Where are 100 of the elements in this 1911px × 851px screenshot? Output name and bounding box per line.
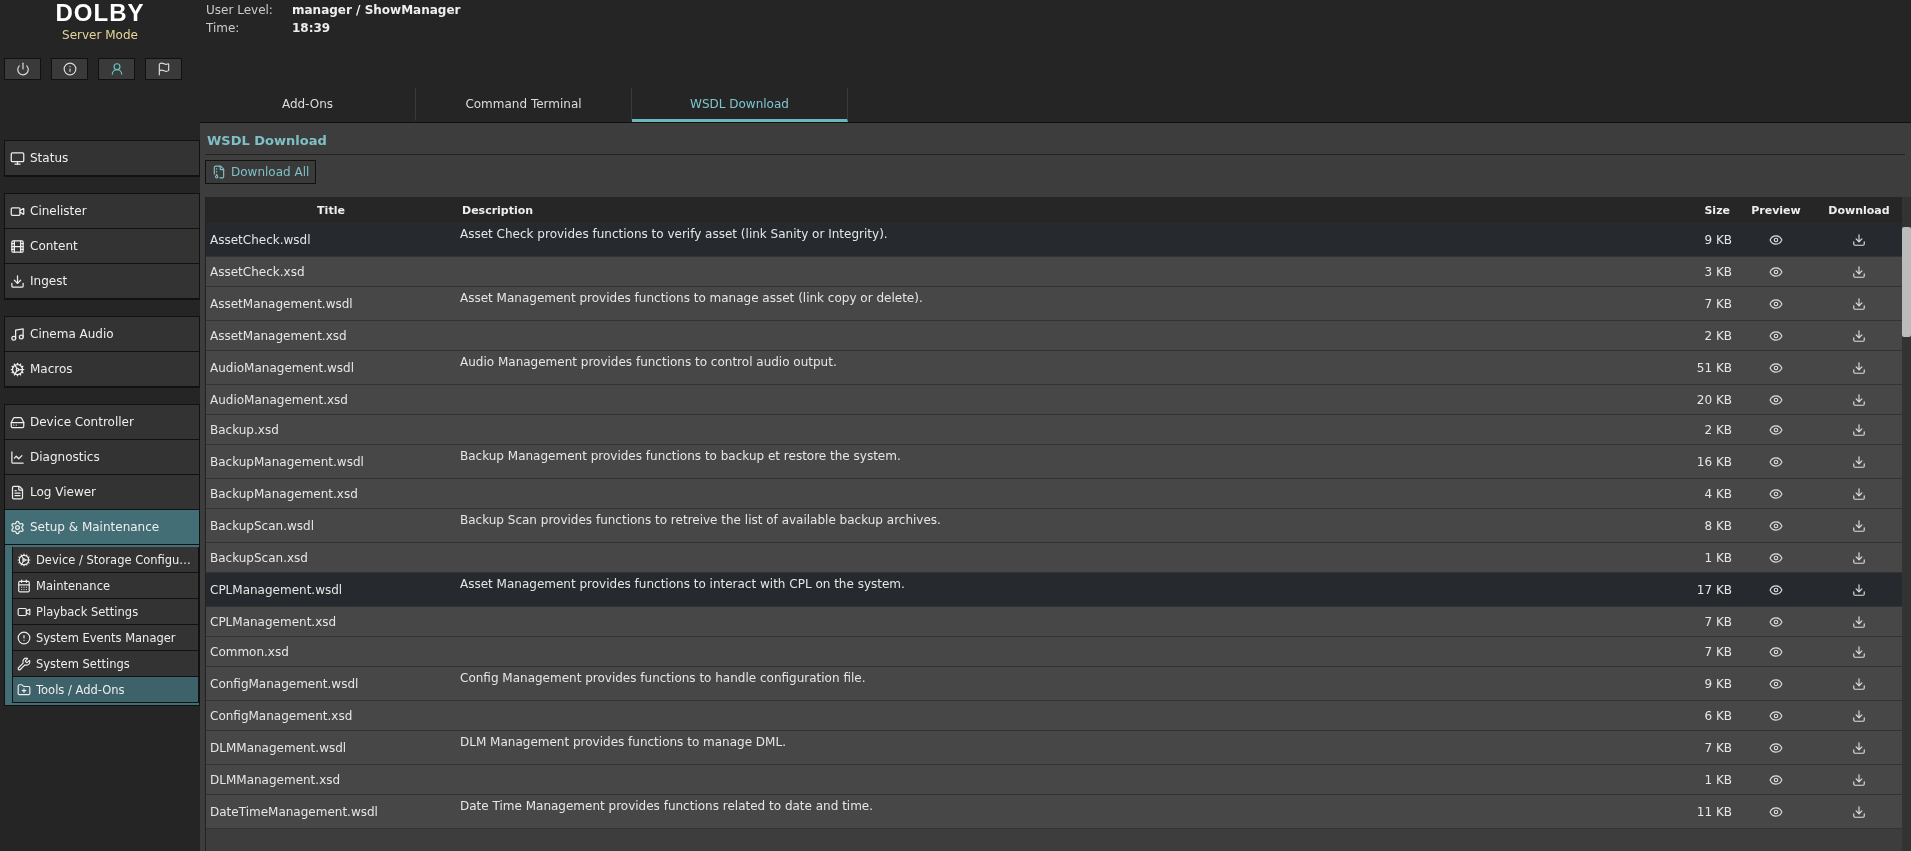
submenu-item[interactable]: Tools / Add-Ons xyxy=(12,677,199,703)
download-icon[interactable] xyxy=(1852,392,1866,407)
table-cell-text: Backup Management provides functions to backup et restore the system. xyxy=(459,448,902,463)
preview-icon[interactable] xyxy=(1769,676,1783,691)
preview-icon[interactable] xyxy=(1769,392,1783,407)
download-icon[interactable] xyxy=(1852,804,1866,819)
download-icon[interactable] xyxy=(1852,232,1866,247)
sidebar-item[interactable]: Log Viewer xyxy=(5,475,199,510)
download-icon[interactable] xyxy=(1852,422,1866,437)
table-row[interactable]: DLMManagement.wsdl DLM Management provides functions to manage DML. 7 KB xyxy=(206,731,1902,765)
preview-icon[interactable] xyxy=(1769,328,1783,343)
column-header: Description xyxy=(461,203,535,217)
table-row[interactable]: DateTimeManagement.wsdl Date Time Management provides functions related to date and time. 11 KB xyxy=(206,795,1902,829)
download-icon[interactable] xyxy=(1852,614,1866,629)
download-icon[interactable] xyxy=(1852,550,1866,565)
table-row[interactable]: Backup.xsd 2 KB xyxy=(206,415,1902,445)
table-row[interactable]: Common.xsd 7 KB xyxy=(206,637,1902,667)
preview-icon[interactable] xyxy=(1769,644,1783,659)
sidebar-item[interactable]: Diagnostics xyxy=(5,440,199,475)
download-icon xyxy=(10,273,25,289)
table-cell-text: AssetCheck.xsd xyxy=(209,264,306,279)
download-icon[interactable] xyxy=(1852,644,1866,659)
preview-icon[interactable] xyxy=(1769,518,1783,533)
table-cell-text: 1 KB xyxy=(1703,772,1733,787)
preview-icon[interactable] xyxy=(1769,772,1783,787)
flag-button[interactable] xyxy=(145,58,182,80)
submenu-item[interactable]: System Events Manager xyxy=(12,625,199,651)
sidebar-item[interactable]: Macros xyxy=(5,352,199,387)
table-cell-text: DLMManagement.xsd xyxy=(209,772,342,787)
sidebar-item[interactable]: Device Controller xyxy=(5,405,199,440)
table-row[interactable]: AssetCheck.wsdl Asset Check provides functions to verify asset (link Sanity or Integrity). 9 KB xyxy=(206,223,1902,257)
preview-icon[interactable] xyxy=(1769,422,1783,437)
table-row[interactable]: DLMManagement.xsd 1 KB xyxy=(206,765,1902,795)
sidebar-item[interactable]: Setup & Maintenance xyxy=(5,510,199,545)
table-row[interactable]: CPLManagement.xsd 7 KB xyxy=(206,607,1902,637)
power-button[interactable] xyxy=(4,58,41,80)
table-row[interactable]: AudioManagement.wsdl Audio Management provides functions to control audio output. 51 KB xyxy=(206,351,1902,385)
table-row[interactable]: AssetManagement.xsd 2 KB xyxy=(206,321,1902,351)
scrollbar-thumb[interactable] xyxy=(1902,227,1911,337)
table-row[interactable]: AssetManagement.wsdl Asset Management provides functions to manage asset (link copy or delete). 7 KB xyxy=(206,287,1902,321)
table-cell-text: 17 KB xyxy=(1695,582,1733,597)
sidebar-item[interactable]: Status xyxy=(5,141,199,176)
submenu-item[interactable]: Playback Settings xyxy=(12,599,199,625)
table-cell-text: 2 KB xyxy=(1703,328,1733,343)
download-icon[interactable] xyxy=(1852,486,1866,501)
submenu-item[interactable]: System Settings xyxy=(12,651,199,677)
document-icon xyxy=(10,484,25,500)
sidebar-item[interactable]: Ingest xyxy=(5,264,199,299)
table-row[interactable]: ConfigManagement.wsdl Config Management provides functions to handle configuration file. 9 KB xyxy=(206,667,1902,701)
table-cell-text: Backup Scan provides functions to retreive the list of available backup archives. xyxy=(459,512,942,527)
folder-plus-icon xyxy=(17,682,31,697)
table-row[interactable]: AudioManagement.xsd 20 KB xyxy=(206,385,1902,415)
user-button[interactable] xyxy=(98,58,135,80)
download-icon[interactable] xyxy=(1852,708,1866,723)
submenu-item[interactable]: Device / Storage Configu… xyxy=(12,547,199,573)
preview-icon[interactable] xyxy=(1769,804,1783,819)
table-row[interactable]: BackupManagement.wsdl Backup Management provides functions to backup et restore the system. 16 KB xyxy=(206,445,1902,479)
table-row[interactable]: AssetCheck.xsd 3 KB xyxy=(206,257,1902,287)
table-row[interactable]: BackupScan.xsd 1 KB xyxy=(206,543,1902,573)
download-icon[interactable] xyxy=(1852,772,1866,787)
info-button[interactable] xyxy=(51,58,88,80)
download-icon[interactable] xyxy=(1852,518,1866,533)
gear-icon xyxy=(10,361,25,377)
table-row[interactable]: BackupScan.wsdl Backup Scan provides functions to retreive the list of available backup archives. 8 KB xyxy=(206,509,1902,543)
logo: DOLBY xyxy=(55,0,145,26)
table-cell-text: 2 KB xyxy=(1703,422,1733,437)
preview-icon[interactable] xyxy=(1769,232,1783,247)
download-icon[interactable] xyxy=(1852,264,1866,279)
preview-icon[interactable] xyxy=(1769,740,1783,755)
preview-icon[interactable] xyxy=(1769,708,1783,723)
preview-icon[interactable] xyxy=(1769,614,1783,629)
preview-icon[interactable] xyxy=(1769,582,1783,597)
table-cell-text: BackupManagement.xsd xyxy=(209,486,359,501)
table-row[interactable]: ConfigManagement.xsd 6 KB xyxy=(206,701,1902,731)
submenu-item[interactable]: Maintenance xyxy=(12,573,199,599)
table-cell-text: 7 KB xyxy=(1703,614,1733,629)
download-icon[interactable] xyxy=(1852,740,1866,755)
monitor-icon xyxy=(10,150,25,166)
download-icon[interactable] xyxy=(1852,454,1866,469)
table-cell-text: 6 KB xyxy=(1703,708,1733,723)
table-row[interactable]: CPLManagement.wsdl Asset Management provides functions to interact with CPL on the system. 17 KB xyxy=(206,573,1902,607)
sidebar-item[interactable]: Content xyxy=(5,229,199,264)
info-value: manager / ShowManager xyxy=(292,3,461,17)
preview-icon[interactable] xyxy=(1769,454,1783,469)
table-cell-text: DateTimeManagement.wsdl xyxy=(209,804,379,819)
table-row[interactable]: BackupManagement.xsd 4 KB xyxy=(206,479,1902,509)
preview-icon[interactable] xyxy=(1769,296,1783,311)
preview-icon[interactable] xyxy=(1769,360,1783,375)
download-icon[interactable] xyxy=(1852,296,1866,311)
download-icon[interactable] xyxy=(1852,676,1866,691)
download-icon[interactable] xyxy=(1852,582,1866,597)
preview-icon[interactable] xyxy=(1769,550,1783,565)
download-icon[interactable] xyxy=(1852,328,1866,343)
preview-icon[interactable] xyxy=(1769,486,1783,501)
table-cell-text: Date Time Management provides functions related to date and time. xyxy=(459,798,875,813)
download-icon[interactable] xyxy=(1852,360,1866,375)
preview-icon[interactable] xyxy=(1769,264,1783,279)
sidebar-item[interactable]: Cinelister xyxy=(5,194,199,229)
download-all-button[interactable]: Download All xyxy=(205,160,317,184)
sidebar-item[interactable]: Cinema Audio xyxy=(5,317,199,352)
